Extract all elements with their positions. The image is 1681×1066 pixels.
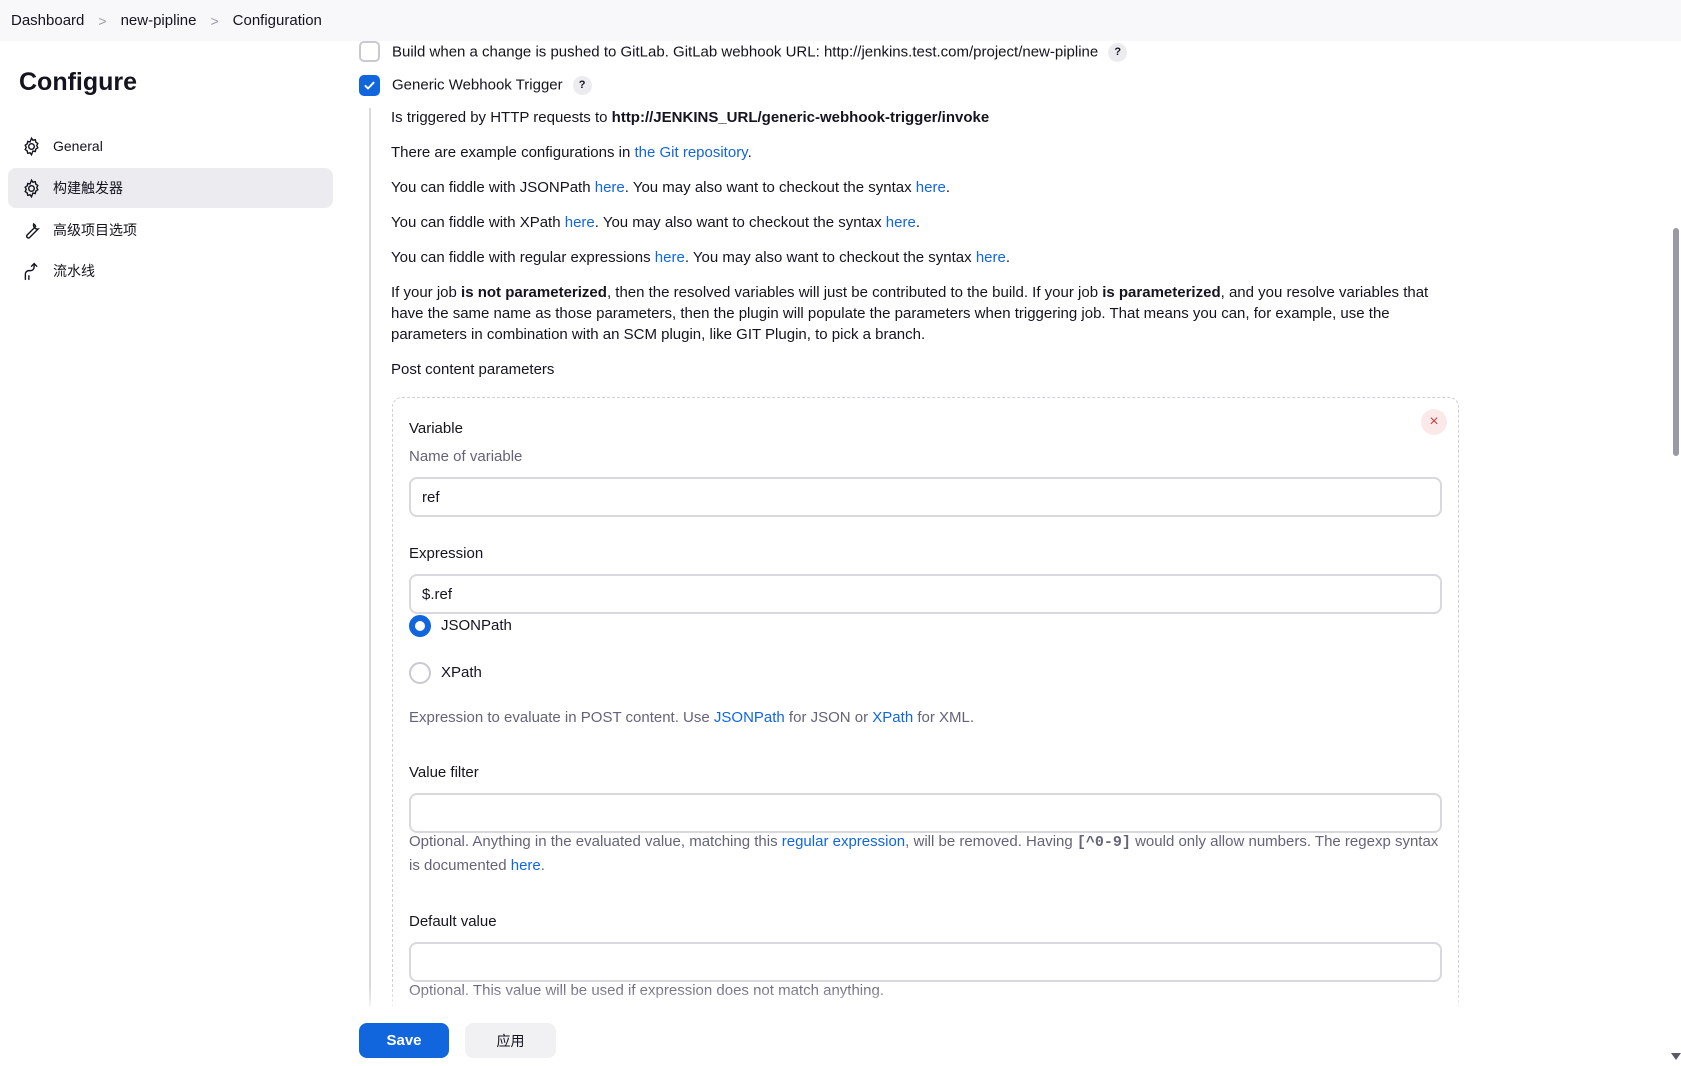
xpath-fiddle-text: You can fiddle with XPath here. You may … — [391, 212, 920, 233]
jsonpath-link[interactable]: JSONPath — [714, 709, 785, 726]
git-repository-link[interactable]: the Git repository — [634, 144, 747, 161]
expr-desc-3: for XML. — [913, 709, 975, 726]
chevron-right-icon: > — [210, 12, 219, 29]
remove-parameter-button[interactable]: × — [1421, 409, 1447, 435]
vf-desc-2: , will be removed. Having — [905, 833, 1077, 850]
vf-desc-1: Optional. Anything in the evaluated valu… — [409, 833, 782, 850]
gitlab-trigger-checkbox[interactable] — [359, 41, 380, 62]
generic-webhook-trigger-checkbox[interactable] — [359, 75, 380, 96]
invoke-url: http://JENKINS_URL/generic-webhook-trigg… — [611, 109, 990, 126]
jsonpath-syntax-link[interactable]: here — [916, 179, 946, 196]
main-content: Build when a change is pushed to GitLab.… — [0, 0, 1681, 1066]
xpath-prefix: You can fiddle with XPath — [391, 214, 565, 231]
param-bold-1: is not parameterized — [461, 284, 607, 301]
examples-suffix: . — [747, 144, 752, 161]
jsonpath-prefix: You can fiddle with JSONPath — [391, 179, 595, 196]
expression-label: Expression — [409, 545, 484, 562]
syntax-middle: . You may also want to checkout the synt… — [684, 249, 976, 266]
regular-expression-link[interactable]: regular expression — [782, 833, 905, 850]
param-text-1: If your job — [391, 284, 462, 301]
variable-input[interactable] — [409, 477, 1442, 517]
variable-description: Name of variable — [409, 448, 523, 465]
help-icon[interactable]: ? — [1108, 43, 1128, 62]
scroll-down-arrow-icon[interactable] — [1671, 1053, 1681, 1060]
help-icon[interactable]: ? — [572, 76, 592, 95]
generic-webhook-trigger-label[interactable]: Generic Webhook Trigger — [392, 76, 563, 93]
xpath-link[interactable]: XPath — [872, 709, 913, 726]
regex-syntax-link[interactable]: here — [976, 249, 1006, 266]
default-value-description: Optional. This value will be used if exp… — [409, 982, 884, 999]
chevron-right-icon: > — [98, 12, 107, 29]
section-indent-line — [369, 108, 371, 1008]
invoke-prefix: Is triggered by HTTP requests to — [391, 109, 612, 126]
period: . — [945, 179, 950, 196]
variable-label: Variable — [409, 420, 463, 437]
gitlab-trigger-row: Build when a change is pushed to GitLab.… — [392, 43, 1128, 62]
parameterized-explanation: If your job is not parameterized, then t… — [391, 282, 1451, 345]
post-content-heading: Post content parameters — [391, 361, 555, 378]
breadcrumb-job[interactable]: new-pipline — [121, 12, 197, 29]
regex-fiddle-link[interactable]: here — [655, 249, 685, 266]
default-value-input[interactable] — [409, 942, 1442, 982]
breadcrumb: Dashboard > new-pipline > Configuration — [0, 0, 1681, 41]
value-filter-description: Optional. Anything in the evaluated valu… — [409, 830, 1444, 877]
jsonpath-radio-label[interactable]: JSONPath — [441, 617, 512, 634]
gitlab-trigger-label[interactable]: Build when a change is pushed to GitLab.… — [392, 43, 1098, 60]
value-filter-input[interactable] — [409, 793, 1442, 833]
expr-desc-1: Expression to evaluate in POST content. … — [409, 709, 714, 726]
value-filter-label: Value filter — [409, 764, 479, 781]
xpath-fiddle-link[interactable]: here — [565, 214, 595, 231]
regex-prefix: You can fiddle with regular expressions — [391, 249, 655, 266]
jsonpath-radio[interactable] — [409, 615, 431, 637]
param-bold-2: is parameterized — [1102, 284, 1221, 301]
examples-text: There are example configurations in the … — [391, 142, 752, 163]
expression-description: Expression to evaluate in POST content. … — [409, 706, 974, 729]
expr-desc-2: for JSON or — [784, 709, 873, 726]
regex-fiddle-text: You can fiddle with regular expressions … — [391, 247, 1010, 268]
scrollbar-thumb[interactable] — [1673, 228, 1679, 456]
checkmark-icon — [364, 81, 375, 90]
jsonpath-fiddle-link[interactable]: here — [595, 179, 625, 196]
examples-prefix: There are example configurations in — [391, 144, 635, 161]
period: . — [1005, 249, 1011, 266]
default-value-label: Default value — [409, 913, 497, 930]
apply-button[interactable]: 应用 — [465, 1023, 556, 1058]
breadcrumb-configuration[interactable]: Configuration — [233, 12, 322, 29]
vf-desc-4: . — [540, 857, 545, 874]
syntax-middle: . You may also want to checkout the synt… — [624, 179, 916, 196]
xpath-radio-label[interactable]: XPath — [441, 664, 482, 681]
param-text-2: , then the resolved variables will just … — [606, 284, 1103, 301]
regexp-syntax-link[interactable]: here — [511, 857, 541, 874]
invoke-url-text: Is triggered by HTTP requests to http://… — [391, 107, 989, 128]
period: . — [915, 214, 920, 231]
syntax-middle: . You may also want to checkout the synt… — [594, 214, 886, 231]
xpath-syntax-link[interactable]: here — [886, 214, 916, 231]
generic-webhook-trigger-row: Generic Webhook Trigger? — [392, 76, 592, 95]
breadcrumb-dashboard[interactable]: Dashboard — [11, 12, 84, 29]
xpath-radio[interactable] — [409, 662, 431, 684]
expression-input[interactable] — [409, 574, 1442, 614]
save-button[interactable]: Save — [359, 1023, 449, 1058]
jsonpath-fiddle-text: You can fiddle with JSONPath here. You m… — [391, 177, 950, 198]
vf-desc-code: [^0-9] — [1076, 834, 1131, 851]
